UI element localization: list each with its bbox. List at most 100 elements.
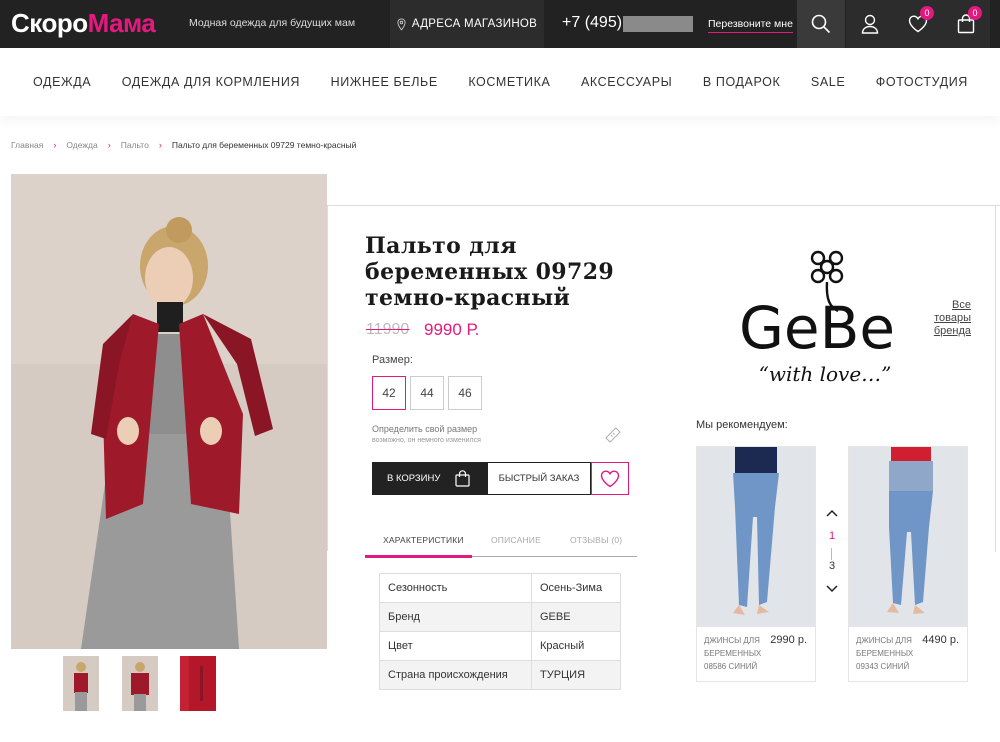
logo-part1: Скоро — [11, 8, 88, 38]
product-card-image — [697, 447, 815, 627]
nav-item-sale[interactable]: SALE — [811, 75, 845, 89]
nav-item-accessories[interactable]: АКСЕССУАРЫ — [581, 75, 672, 89]
favorites-count-badge: 0 — [920, 6, 934, 20]
spec-key: Цвет — [379, 631, 532, 661]
specs-table: Сезонность Осень-Зима Бренд GEBE Цвет Красн… — [379, 573, 621, 690]
tab-characteristics[interactable]: ХАРАКТЕРИСТИКИ — [383, 535, 464, 545]
cart-count-badge: 0 — [968, 6, 982, 20]
table-row: Бренд GEBE — [379, 602, 621, 632]
callback-link[interactable]: Перезвоните мне — [708, 18, 793, 33]
account-button[interactable] — [846, 0, 894, 48]
chevron-right-icon: › — [53, 140, 57, 150]
product-main-image[interactable] — [11, 174, 327, 649]
phone-redacted — [623, 16, 693, 32]
chevron-up-icon[interactable] — [825, 508, 839, 518]
top-bar: СкороМама Модная одежда для будущих мам … — [0, 0, 1000, 48]
spec-key: Бренд — [379, 602, 532, 632]
thumbnail-image — [122, 656, 158, 711]
breadcrumb-coats[interactable]: Пальто — [121, 140, 149, 150]
tab-reviews[interactable]: ОТЗЫВЫ (0) — [570, 535, 622, 545]
add-to-favorites-button[interactable] — [591, 462, 629, 495]
product-card-name[interactable]: ДЖИНСЫ ДЛЯ БЕРЕМЕННЫХ 08586 СИНИЙ — [704, 634, 766, 673]
size-label: Размер: — [372, 354, 413, 366]
size-option-44[interactable]: 44 — [410, 376, 444, 410]
thumbnail-image — [63, 656, 99, 711]
shopping-bag-icon — [455, 470, 470, 487]
breadcrumb-clothing[interactable]: Одежда — [66, 140, 97, 150]
table-row: Цвет Красный — [379, 631, 621, 661]
thumbnail-image — [180, 656, 216, 711]
product-tabs: ХАРАКТЕРИСТИКИ ОПИСАНИЕ ОТЗЫВЫ (0) — [365, 527, 637, 558]
active-tab-indicator — [365, 555, 472, 558]
define-size-hint: возможно, он немного изменился — [372, 437, 481, 444]
search-icon — [811, 14, 831, 34]
nav-item-gifts[interactable]: В ПОДАРОК — [703, 75, 781, 89]
model-photo-illustration — [11, 174, 327, 649]
pager-total: 3 — [828, 560, 836, 572]
user-icon — [861, 14, 879, 34]
chevron-right-icon: › — [158, 140, 162, 150]
jeans-illustration — [849, 447, 967, 627]
panel-border — [995, 205, 996, 552]
product-card-image — [849, 447, 967, 627]
product-card-name[interactable]: ДЖИНСЫ ДЛЯ БЕРЕМЕННЫХ 09343 СИНИЙ — [856, 634, 918, 673]
jeans-illustration — [697, 447, 815, 627]
product-title: Пальто для беременных 09729 темно-красны… — [365, 233, 615, 311]
nav-item-photostudio[interactable]: ФОТОСТУДИЯ — [876, 75, 968, 89]
old-price: 11990 — [366, 321, 410, 338]
nav-item-clothing[interactable]: ОДЕЖДА — [33, 75, 91, 89]
current-price: 9990 Р. — [424, 320, 480, 339]
tagline: Модная одежда для будущих мам — [189, 17, 356, 29]
recommend-title: Мы рекомендуем: — [696, 419, 788, 431]
phone-number[interactable]: +7 (495) — [562, 14, 622, 32]
location-pin-icon — [397, 17, 406, 31]
pager-divider — [831, 548, 832, 560]
quick-order-button[interactable]: БЫСТРЫЙ ЗАКАЗ — [487, 462, 591, 495]
tab-description[interactable]: ОПИСАНИЕ — [491, 535, 541, 545]
product-card[interactable]: ДЖИНСЫ ДЛЯ БЕРЕМЕННЫХ 09343 СИНИЙ 4490 р… — [848, 446, 968, 682]
spec-value: Красный — [531, 631, 621, 661]
all-brand-products-link[interactable]: Все товары бренда — [926, 299, 971, 338]
product-card-price: 4490 р. — [922, 634, 959, 646]
cart-button[interactable]: 0 — [942, 0, 990, 48]
brand-slogan: “with love…” — [759, 362, 892, 386]
brand-logo-text: GeBe — [739, 294, 895, 362]
breadcrumb-current: Пальто для беременных 09729 темно-красны… — [171, 140, 357, 150]
spec-value: Осень-Зима — [531, 573, 621, 603]
favorites-button[interactable]: 0 — [894, 0, 942, 48]
recommend-pager: 1 3 — [822, 508, 842, 598]
nav-item-cosmetics[interactable]: КОСМЕТИКА — [468, 75, 550, 89]
product-card[interactable]: ДЖИНСЫ ДЛЯ БЕРЕМЕННЫХ 08586 СИНИЙ 2990 р… — [696, 446, 816, 682]
size-option-42[interactable]: 42 — [372, 376, 406, 410]
search-button[interactable] — [797, 0, 845, 48]
breadcrumb: Главная › Одежда › Пальто › Пальто для б… — [11, 140, 356, 150]
pager-current: 1 — [828, 530, 836, 542]
spec-key: Сезонность — [379, 573, 532, 603]
add-to-cart-label: В КОРЗИНУ — [387, 473, 441, 484]
heart-icon — [600, 469, 620, 487]
table-row: Сезонность Осень-Зима — [379, 573, 621, 603]
stores-button[interactable]: АДРЕСА МАГАЗИНОВ — [390, 0, 544, 48]
size-option-46[interactable]: 46 — [448, 376, 482, 410]
chevron-down-icon[interactable] — [825, 584, 839, 594]
thumbnail-1[interactable] — [63, 656, 99, 711]
add-to-cart-button[interactable]: В КОРЗИНУ — [372, 462, 487, 495]
main-nav: ОДЕЖДА ОДЕЖДА ДЛЯ КОРМЛЕНИЯ НИЖНЕЕ БЕЛЬЕ… — [0, 48, 1000, 116]
stores-label: АДРЕСА МАГАЗИНОВ — [411, 18, 538, 30]
spec-value: ТУРЦИЯ — [531, 660, 621, 690]
spec-key: Страна происхождения — [379, 660, 532, 690]
brand-logo[interactable]: GeBe “with love…” — [730, 245, 905, 390]
thumbnail-2[interactable] — [122, 656, 158, 711]
breadcrumb-home[interactable]: Главная — [11, 140, 43, 150]
chevron-right-icon: › — [107, 140, 111, 150]
logo-part2: Мама — [87, 8, 156, 38]
site-logo[interactable]: СкороМама — [11, 8, 156, 39]
product-card-price: 2990 р. — [770, 634, 807, 646]
spec-value: GEBE — [531, 602, 621, 632]
nav-item-underwear[interactable]: НИЖНЕЕ БЕЛЬЕ — [331, 75, 438, 89]
ruler-icon[interactable] — [605, 427, 621, 443]
thumbnail-3[interactable] — [180, 656, 216, 711]
define-size-link[interactable]: Определить свой размер — [372, 424, 477, 434]
nav-item-nursing-clothing[interactable]: ОДЕЖДА ДЛЯ КОРМЛЕНИЯ — [122, 75, 300, 89]
table-row: Страна происхождения ТУРЦИЯ — [379, 660, 621, 690]
